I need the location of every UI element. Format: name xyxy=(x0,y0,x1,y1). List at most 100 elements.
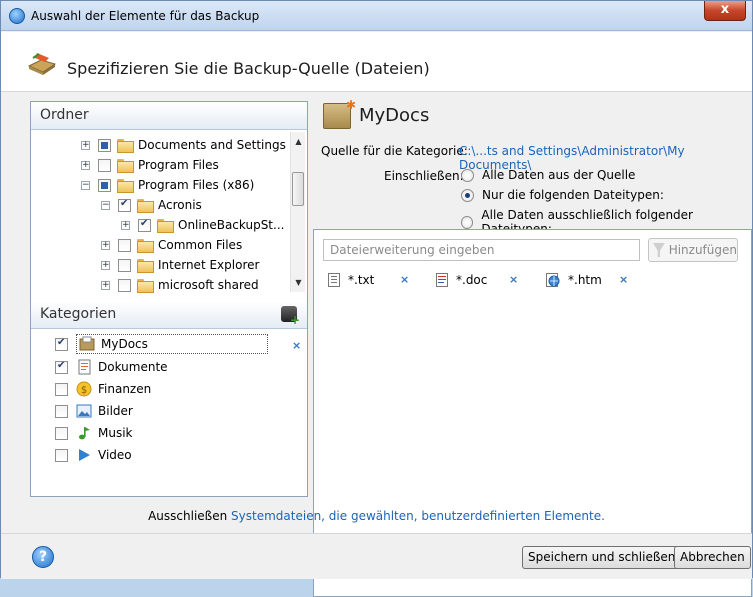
expand-icon[interactable]: + xyxy=(101,260,110,270)
tree-item[interactable]: + Documents and Settings xyxy=(81,136,286,154)
tree-item-label: Program Files xyxy=(138,158,219,172)
file-type-tag: *.txt xyxy=(328,273,374,287)
window-title: Auswahl der Elemente für das Backup xyxy=(31,9,260,23)
scroll-thumb[interactable] xyxy=(292,172,304,206)
tree-item[interactable]: + microsoft shared xyxy=(101,276,259,294)
category-checkbox[interactable] xyxy=(55,337,68,351)
collapse-icon[interactable]: − xyxy=(81,180,90,190)
file-type-tag: *.htm xyxy=(546,273,602,287)
tree-checkbox[interactable] xyxy=(118,238,131,252)
scroll-down-icon[interactable]: ▼ xyxy=(291,275,306,290)
category-checkbox[interactable] xyxy=(55,382,68,396)
include-label: Einschließen: xyxy=(384,169,464,183)
folder-icon xyxy=(117,179,134,193)
backup-selection-dialog: Auswahl der Elemente für das Backup x Sp… xyxy=(0,0,753,597)
file-type-label: *.doc xyxy=(456,273,488,287)
category-title: MyDocs xyxy=(359,105,430,126)
folder-icon xyxy=(117,159,134,173)
extension-input[interactable]: Dateierweiterung eingeben xyxy=(323,239,640,261)
folder-icon xyxy=(157,219,174,233)
app-icon xyxy=(9,8,25,24)
tree-item-label: OnlineBackupSt... xyxy=(178,218,285,232)
category-item-video[interactable]: Video xyxy=(55,445,132,465)
expand-icon[interactable]: + xyxy=(101,280,110,290)
title-bar: Auswahl der Elemente für das Backup x xyxy=(1,1,752,31)
tree-checkbox[interactable] xyxy=(98,178,111,192)
exclude-link[interactable]: Systemdateien, die gewählten, benutzerde… xyxy=(231,509,605,523)
tree-checkbox[interactable] xyxy=(118,258,131,272)
add-category-icon[interactable] xyxy=(281,306,300,327)
category-item-musik[interactable]: Musik xyxy=(55,423,133,443)
tree-checkbox[interactable] xyxy=(138,218,151,232)
close-button[interactable]: x xyxy=(704,1,746,21)
tree-item[interactable]: − Program Files (x86) xyxy=(81,176,254,194)
tree-item[interactable]: + Internet Explorer xyxy=(101,256,259,274)
document-icon xyxy=(78,359,91,375)
exclude-line: Ausschließen Systemdateien, die gewählte… xyxy=(1,509,752,523)
tree-scrollbar[interactable]: ▲ ▼ xyxy=(290,132,305,292)
save-and-close-button[interactable]: Speichern und schließen xyxy=(522,546,682,569)
filter-icon xyxy=(653,243,665,257)
folder-icon xyxy=(137,259,154,273)
coin-icon: $ xyxy=(76,381,92,397)
category-item-mydocs[interactable]: MyDocs xyxy=(55,334,268,354)
tree-item[interactable]: + OnlineBackupSt... xyxy=(121,216,284,234)
category-item-bilder[interactable]: Bilder xyxy=(55,401,133,421)
tree-item[interactable]: + Common Files xyxy=(101,236,242,254)
remove-file-type-icon[interactable]: × xyxy=(400,273,409,286)
radio-button[interactable] xyxy=(461,168,474,182)
tree-checkbox[interactable] xyxy=(118,278,131,292)
delete-category-icon[interactable]: × xyxy=(292,339,301,352)
folder-icon xyxy=(137,239,154,253)
tree-checkbox[interactable] xyxy=(98,138,111,152)
tree-item[interactable]: + Program Files xyxy=(81,156,219,174)
option-all-data[interactable]: Alle Daten aus der Quelle xyxy=(461,168,635,182)
tree-item-label: Program Files (x86) xyxy=(138,178,255,192)
category-checkbox[interactable] xyxy=(55,448,68,462)
category-checkbox[interactable] xyxy=(55,360,68,374)
tree-item-label: Common Files xyxy=(158,238,243,252)
header-band: Spezifizieren Sie die Backup-Quelle (Dat… xyxy=(1,32,752,92)
tree-checkbox[interactable] xyxy=(118,198,131,212)
scroll-up-icon[interactable]: ▲ xyxy=(291,134,306,149)
dialog-footer: ? Speichern und schließen Abbrechen xyxy=(1,533,752,579)
category-item-finanzen[interactable]: $ Finanzen xyxy=(55,379,151,399)
category-item-dokumente[interactable]: Dokumente xyxy=(55,357,168,377)
categories-heading: Kategorien xyxy=(40,306,117,322)
add-button-label: Hinzufügen xyxy=(668,243,737,257)
radio-button[interactable] xyxy=(461,215,474,229)
mydocs-icon xyxy=(79,336,95,351)
mydocs-icon xyxy=(323,98,356,129)
category-checkbox[interactable] xyxy=(55,426,68,440)
source-label: Quelle für die Kategorie: xyxy=(321,144,468,158)
file-type-tag: *.doc xyxy=(436,273,487,287)
category-detail-panel: MyDocs Quelle für die Kategorie: C:\...t… xyxy=(313,98,752,597)
help-icon[interactable]: ? xyxy=(32,546,54,568)
tree-checkbox[interactable] xyxy=(98,158,111,172)
expand-icon[interactable]: + xyxy=(81,160,90,170)
expand-icon[interactable]: + xyxy=(101,240,110,250)
radio-button[interactable] xyxy=(461,188,474,202)
add-button[interactable]: Hinzufügen xyxy=(648,238,738,262)
html-file-icon xyxy=(546,273,560,287)
folder-tree: + Documents and Settings + Program Files… xyxy=(31,130,307,298)
folder-icon xyxy=(117,139,134,153)
category-selected[interactable]: MyDocs xyxy=(76,334,268,354)
category-checkbox[interactable] xyxy=(55,404,68,418)
doc-file-icon xyxy=(436,273,448,287)
category-label: Finanzen xyxy=(98,382,152,396)
expand-icon[interactable]: + xyxy=(81,140,90,150)
backup-source-icon xyxy=(27,53,57,75)
page-title: Spezifizieren Sie die Backup-Quelle (Dat… xyxy=(67,59,430,78)
picture-icon xyxy=(76,404,92,418)
cancel-button[interactable]: Abbrechen xyxy=(674,546,751,569)
tree-item[interactable]: − Acronis xyxy=(101,196,202,214)
remove-file-type-icon[interactable]: × xyxy=(509,273,518,286)
expand-icon[interactable]: + xyxy=(121,220,130,230)
remove-file-type-icon[interactable]: × xyxy=(619,273,628,286)
folder-icon xyxy=(137,199,154,213)
collapse-icon[interactable]: − xyxy=(101,200,110,210)
option-only-types[interactable]: Nur die folgenden Dateitypen: xyxy=(461,188,664,202)
music-note-icon xyxy=(79,427,90,440)
text-file-icon xyxy=(328,273,340,287)
